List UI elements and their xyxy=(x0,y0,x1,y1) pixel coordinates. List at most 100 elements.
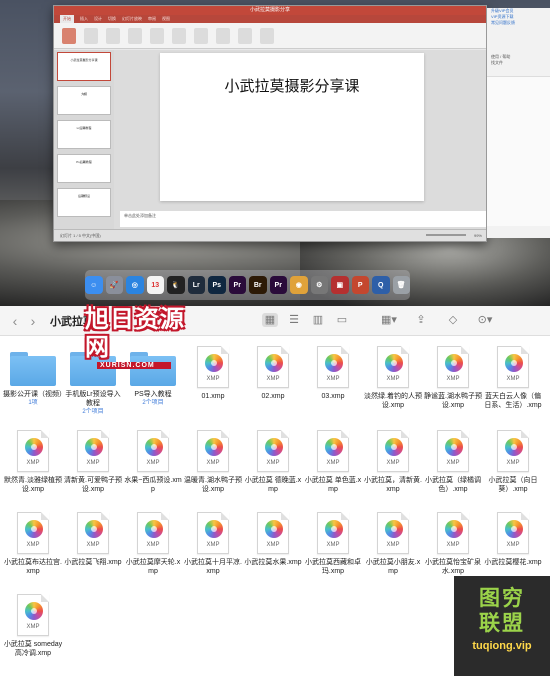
xmp-file-icon: XMP xyxy=(377,430,409,472)
xmp-file-icon: XMP xyxy=(137,430,169,472)
shape-button[interactable] xyxy=(172,27,186,44)
tab-insert[interactable]: 插入 xyxy=(80,15,88,23)
file-item[interactable]: XMP 蓝天白云人像（偏日系、生活）.xmp xyxy=(483,346,543,410)
tab-design[interactable]: 设计 xyxy=(94,15,102,23)
tab-home[interactable]: 开始 xyxy=(60,15,74,23)
file-item[interactable]: XMP 清新黄.可爱鸭子预设.xmp xyxy=(63,430,123,494)
file-item[interactable]: XMP 小武拉莫西藏和卓玛.xmp xyxy=(303,512,363,576)
photo-booth-icon[interactable]: ▣ xyxy=(331,276,349,294)
item-label: 小武拉莫（绿橘调色）.xmp xyxy=(425,477,481,493)
folder-item[interactable]: 摄影公开课（视频） 1项 xyxy=(3,346,66,407)
back-button[interactable]: ‹ xyxy=(6,313,24,329)
tab-slideshow[interactable]: 幻灯片放映 xyxy=(122,15,142,23)
file-item[interactable]: XMP 小武拉莫怡宝矿泉水.xmp xyxy=(423,512,483,576)
status-bar: 幻灯片 1 / 5 中文(中国) 99% xyxy=(54,229,486,241)
file-item[interactable]: XMP 小武拉莫，清新黄.xmp xyxy=(363,430,423,494)
new-slide-button[interactable] xyxy=(84,27,98,44)
photos-flower-icon xyxy=(325,520,343,538)
list-view-icon[interactable]: ☰ xyxy=(286,313,302,327)
file-item[interactable]: XMP 小武拉莫飞翔.xmp xyxy=(63,512,123,567)
file-extension: XMP xyxy=(386,376,400,382)
qq-icon[interactable]: 🐧 xyxy=(167,276,185,294)
icon-view-icon[interactable]: ▦ xyxy=(262,313,278,327)
tag-icon[interactable]: ◇ xyxy=(442,313,464,327)
slide-thumbnail[interactable]: 2 大纲 xyxy=(57,86,111,115)
tab-view[interactable]: 视图 xyxy=(162,15,170,23)
finder-icon[interactable]: ☺ xyxy=(85,276,103,294)
photoshop-icon[interactable]: Ps xyxy=(208,276,226,294)
gallery-view-icon[interactable]: ▭ xyxy=(334,313,350,327)
designer-button[interactable] xyxy=(260,27,274,44)
file-extension: XMP xyxy=(206,542,220,548)
file-item[interactable]: XMP 小武拉莫十月平凉.xmp xyxy=(183,512,243,576)
premiere-icon[interactable]: Pr xyxy=(228,276,246,294)
system-preferences-icon[interactable]: ⚙ xyxy=(310,276,328,294)
find-file-link[interactable]: 找文件 xyxy=(487,60,550,66)
arrange-button[interactable] xyxy=(194,27,208,44)
file-item[interactable]: XMP 小武拉莫（绿橘调色）.xmp xyxy=(423,430,483,494)
file-item[interactable]: XMP 小武拉莫布达拉宫.xmp xyxy=(3,512,63,576)
slide-title[interactable]: 小武拉莫摄影分享课 xyxy=(160,75,424,96)
photos-flower-icon xyxy=(505,438,523,456)
file-item[interactable]: XMP 小武拉莫摩天轮.xmp xyxy=(123,512,183,576)
slide-thumbnail[interactable]: 5 后期预设 xyxy=(57,188,111,217)
file-item[interactable]: XMP 03.xmp xyxy=(303,346,363,401)
safari-icon[interactable]: ◎ xyxy=(126,276,144,294)
file-item[interactable]: XMP 温暖青.湖水鸭子预设.xmp xyxy=(183,430,243,494)
paste-button[interactable] xyxy=(62,27,76,44)
photos-flower-icon xyxy=(445,354,463,372)
group-by-icon[interactable]: ▦▾ xyxy=(378,313,400,327)
file-item[interactable]: XMP 小武拉莫 德晚蓝.xmp xyxy=(243,430,303,494)
more-actions-icon[interactable]: ⊙▾ xyxy=(474,313,496,327)
lightroom-icon[interactable]: Lr xyxy=(187,276,205,294)
photos-flower-icon xyxy=(85,520,103,538)
column-view-icon[interactable]: ▥ xyxy=(310,313,326,327)
textbox-button[interactable] xyxy=(238,27,252,44)
photos-flower-icon xyxy=(145,520,163,538)
file-item[interactable]: XMP 小武拉莫樱花.xmp xyxy=(483,512,543,567)
launchpad-icon[interactable]: 🚀 xyxy=(105,276,123,294)
file-item[interactable]: XMP 小武拉莫（向日葵）.xmp xyxy=(483,430,543,494)
xmp-file-icon: XMP xyxy=(137,512,169,554)
slide-canvas[interactable]: 小武拉莫摄影分享课 xyxy=(160,53,424,201)
xmp-file-icon: XMP xyxy=(77,430,109,472)
quicktime-icon[interactable]: Q xyxy=(372,276,390,294)
styles-button[interactable] xyxy=(216,27,230,44)
trash-icon[interactable]: 🗑 xyxy=(392,276,410,294)
file-item[interactable]: XMP 默然青.淡雅绿植预设.xmp xyxy=(3,430,63,494)
powerpoint-icon[interactable]: P xyxy=(351,276,369,294)
finder-toolbar: ‹ › 小武拉莫 ▦ ☰ ▥ ▭ ▦▾ ⇪ ◇ ⊙▾ xyxy=(0,306,550,336)
share-icon[interactable]: ⇪ xyxy=(410,313,432,327)
file-item[interactable]: XMP 小武拉莫 单色蓝.xmp xyxy=(303,430,363,494)
tab-transitions[interactable]: 切换 xyxy=(108,15,116,23)
font-button[interactable] xyxy=(128,27,142,44)
bridge-icon[interactable]: Br xyxy=(249,276,267,294)
slide-thumbnail[interactable]: 1 小武拉莫摄影分享课 xyxy=(57,52,111,81)
item-label: 手机版Lr预设导入教程 xyxy=(65,391,121,407)
premiere-icon-2[interactable]: Pr xyxy=(269,276,287,294)
xmp-file-icon: XMP xyxy=(377,346,409,388)
calendar-icon[interactable]: 13 xyxy=(146,276,164,294)
tab-review[interactable]: 审阅 xyxy=(148,15,156,23)
zoom-slider[interactable] xyxy=(426,234,466,236)
file-item[interactable]: XMP 水果~西瓜预设.xmp xyxy=(123,430,183,494)
file-extension: XMP xyxy=(146,542,160,548)
layout-button[interactable] xyxy=(106,27,120,44)
file-item[interactable]: XMP 02.xmp xyxy=(243,346,303,401)
file-item[interactable]: XMP 淡然绿.着钓的人预设.xmp xyxy=(363,346,423,410)
notes-pane[interactable]: 单击此处添加备注 xyxy=(120,211,486,227)
thumbnail-text: Ps后期教程 xyxy=(76,160,92,164)
feedback-link[interactable]: 常见问题反馈 xyxy=(487,20,550,26)
color-wheel-icon[interactable]: ◉ xyxy=(290,276,308,294)
ribbon-toolbar xyxy=(54,23,486,49)
file-item[interactable]: XMP 静谧蓝.湖水鸭子预设.xmp xyxy=(423,346,483,410)
item-label: 静谧蓝.湖水鸭子预设.xmp xyxy=(424,393,482,409)
slide-thumbnail[interactable]: 4 Ps后期教程 xyxy=(57,154,111,183)
paragraph-button[interactable] xyxy=(150,27,164,44)
photos-flower-icon xyxy=(145,438,163,456)
forward-button[interactable]: › xyxy=(24,313,42,329)
slide-thumbnail[interactable]: 3 Lr后期教程 xyxy=(57,120,111,149)
file-item[interactable]: XMP 小武拉莫水果.xmp xyxy=(243,512,303,567)
file-item[interactable]: XMP 小武拉莫 someday 高冷调.xmp xyxy=(3,594,63,658)
file-item[interactable]: XMP 小武拉莫小朋友.xmp xyxy=(363,512,423,576)
